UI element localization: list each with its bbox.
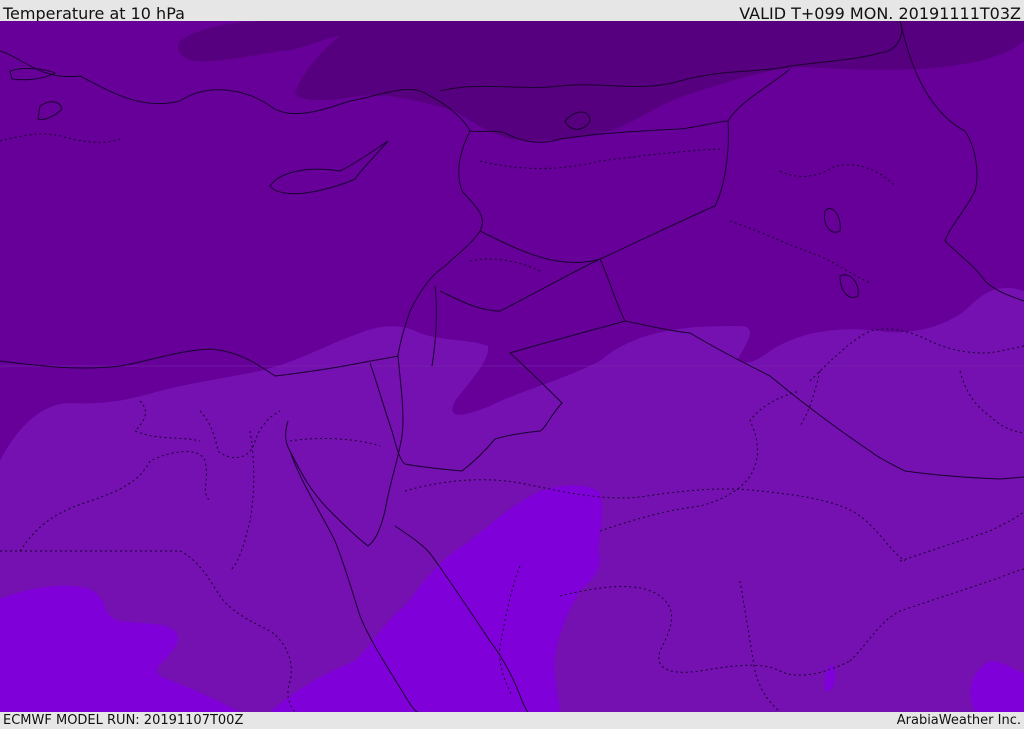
credit-label: ArabiaWeather Inc. xyxy=(896,713,1021,728)
map-area[interactable] xyxy=(0,21,1024,712)
footer-bar: ECMWF MODEL RUN: 20191107T00Z ArabiaWeat… xyxy=(0,712,1024,729)
model-run-label: ECMWF MODEL RUN: 20191107T00Z xyxy=(3,713,244,728)
header-bar: Temperature at 10 hPa VALID T+099 MON. 2… xyxy=(0,0,1024,23)
temperature-map[interactable] xyxy=(0,21,1024,712)
